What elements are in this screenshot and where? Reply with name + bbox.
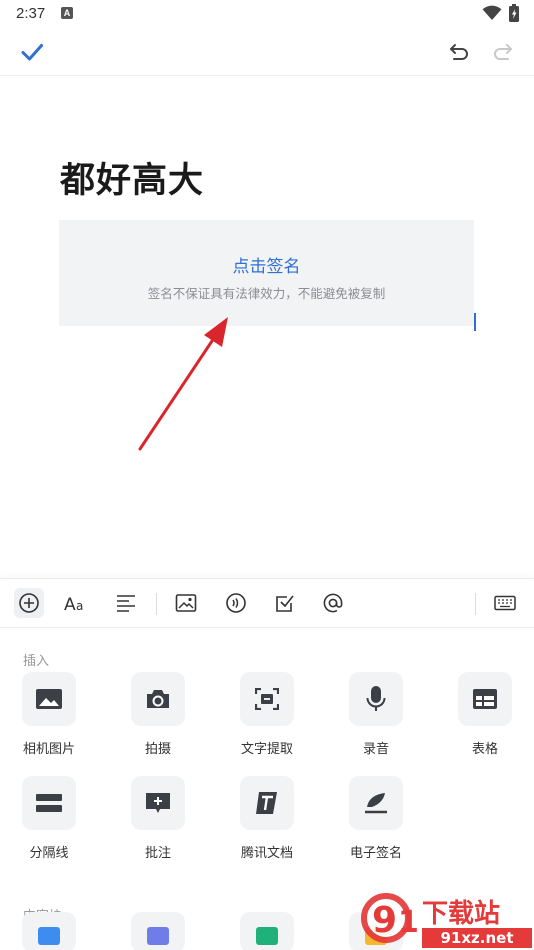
image-icon — [175, 594, 197, 612]
insert-item-photo[interactable]: 相机图片 — [5, 672, 93, 757]
checkbox-icon — [276, 595, 294, 612]
insert-item-e-signature[interactable]: 电子签名 — [332, 776, 420, 861]
mention-button[interactable] — [318, 588, 348, 618]
insert-item-camera[interactable]: 拍摄 — [114, 672, 202, 757]
tile-label: 录音 — [362, 742, 389, 757]
redo-icon[interactable] — [492, 41, 514, 63]
content-block-item[interactable] — [240, 912, 294, 950]
keyboard-icon — [494, 595, 516, 611]
tile-label: 相机图片 — [22, 742, 75, 757]
font-icon: A a — [64, 595, 83, 613]
watermark-logo: 9 1 下载站 91xz.net — [361, 893, 532, 948]
text-style-button[interactable]: A a — [62, 588, 92, 618]
insert-item-text-extract[interactable]: 文字提取 — [223, 672, 311, 757]
tencent-docs-icon — [256, 792, 277, 814]
at-icon — [323, 593, 343, 613]
table-icon — [473, 689, 497, 709]
keyboard-button[interactable] — [490, 588, 520, 618]
insert-item-record[interactable]: 录音 — [332, 672, 420, 757]
content-block-item[interactable] — [22, 912, 76, 950]
tile-label: 拍摄 — [144, 742, 171, 757]
red-arrow-annotation — [138, 317, 228, 451]
text-extract-icon — [255, 688, 279, 710]
svg-text:a: a — [76, 599, 83, 613]
text-cursor — [474, 313, 476, 331]
toolbar-divider — [156, 593, 157, 615]
editor-topbar — [0, 28, 534, 76]
toolbar-divider — [475, 593, 476, 615]
signature-block[interactable]: 点击签名 签名不保证具有法律效力，不能避免被复制 — [59, 220, 474, 326]
tile-label: 腾讯文档 — [240, 846, 293, 861]
tile-label: 电子签名 — [349, 846, 402, 861]
insert-item-tencent-docs[interactable]: 腾讯文档 — [223, 776, 311, 861]
tile-label: 表格 — [471, 742, 498, 757]
status-bar: 2:37 A — [0, 0, 534, 28]
svg-text:下载站: 下载站 — [422, 899, 500, 929]
signature-disclaimer: 签名不保证具有法律效力，不能避免被复制 — [147, 286, 386, 301]
camera-icon — [147, 690, 169, 708]
insert-item-table[interactable]: 表格 — [441, 672, 529, 757]
audio-icon — [226, 593, 246, 613]
svg-text:91xz.net: 91xz.net — [440, 929, 513, 947]
microphone-icon — [366, 686, 386, 711]
wifi-icon — [482, 5, 502, 20]
notification-icon: A — [61, 7, 73, 19]
svg-text:A: A — [64, 595, 76, 613]
image-button[interactable] — [171, 588, 201, 618]
align-button[interactable] — [111, 588, 141, 618]
section-label-insert: 插入 — [23, 654, 50, 669]
audio-button[interactable] — [221, 588, 251, 618]
tile-label: 文字提取 — [240, 742, 293, 757]
tile-label: 分隔线 — [29, 846, 69, 861]
svg-text:1: 1 — [398, 905, 419, 940]
check-icon[interactable] — [20, 40, 44, 64]
comment-icon — [146, 793, 170, 813]
insert-button[interactable] — [14, 588, 44, 618]
signature-icon — [365, 793, 387, 814]
tile-label: 批注 — [144, 846, 171, 861]
undo-icon[interactable] — [448, 41, 470, 63]
click-to-sign-link[interactable]: 点击签名 — [59, 252, 474, 277]
formatting-toolbar: A a — [0, 578, 534, 628]
plus-circle-icon — [19, 593, 39, 613]
align-left-icon — [117, 595, 135, 612]
image-icon — [36, 689, 62, 709]
checklist-button[interactable] — [270, 588, 300, 618]
divider-icon — [36, 794, 62, 812]
svg-text:9: 9 — [372, 900, 397, 941]
document-title[interactable]: 都好高大 — [60, 152, 204, 203]
insert-item-divider[interactable]: 分隔线 — [5, 776, 93, 861]
status-time: 2:37 — [16, 5, 46, 22]
battery-icon — [509, 4, 519, 22]
insert-item-comment[interactable]: 批注 — [114, 776, 202, 861]
content-block-item[interactable] — [131, 912, 185, 950]
